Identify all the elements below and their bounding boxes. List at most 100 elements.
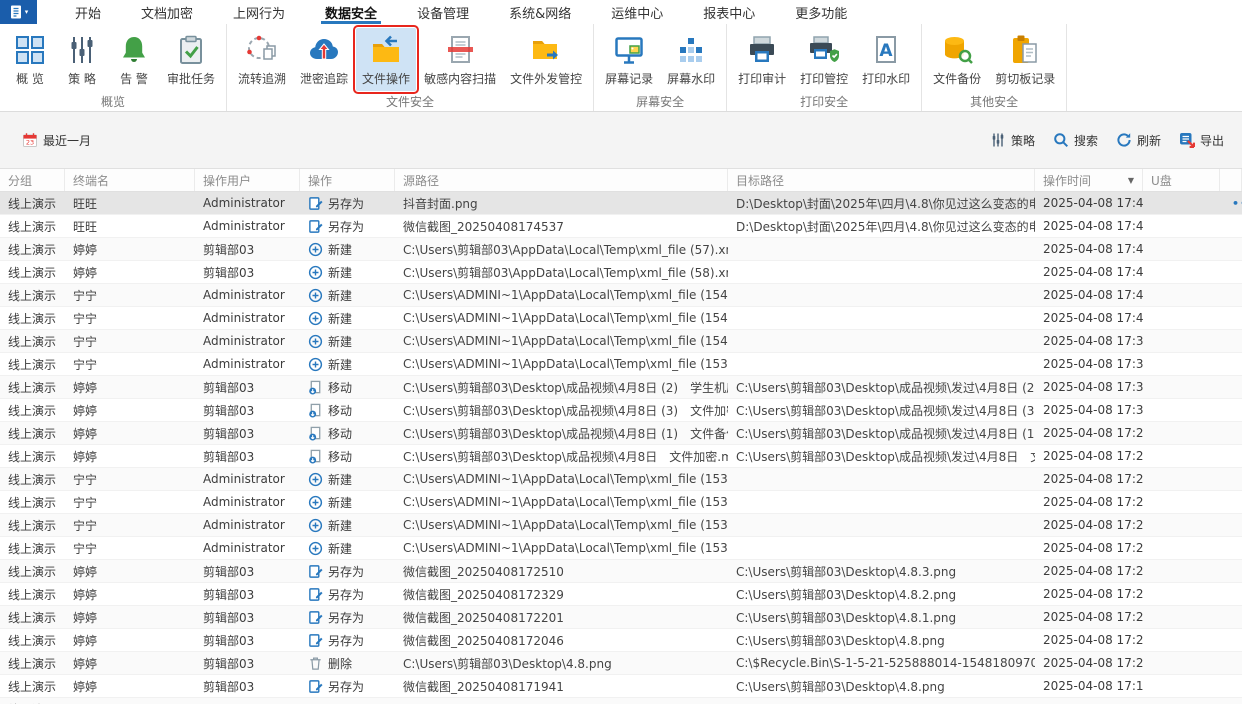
cell-user: 剪辑部03 bbox=[203, 633, 255, 648]
cell-user: 剪辑部03 bbox=[203, 380, 255, 395]
table-row[interactable]: 线上演示 婷婷 剪辑部03 移动 C:\Users\剪辑部03\Desktop\成品视频… bbox=[0, 445, 1242, 468]
table-row[interactable]: 线上演示 宁宁 Administrator 新建 C:\Users\ADMINI~1\A… bbox=[0, 330, 1242, 353]
tab-报表中心[interactable]: 报表中心 bbox=[683, 0, 775, 24]
ribbon-button-文件外发管控[interactable]: 文件外发管控 bbox=[504, 28, 588, 91]
cell-source-path: 微信截图_20250408172046 bbox=[403, 633, 564, 648]
date-range-filter[interactable]: 23 最近一月 bbox=[22, 132, 91, 149]
new-icon bbox=[308, 472, 323, 487]
table-row[interactable]: 线上演示 婷婷 剪辑部03 另存为 微信截图_20250408171941 C:\User… bbox=[0, 675, 1242, 698]
column-header-dst[interactable]: 目标路径 bbox=[728, 169, 1035, 191]
cell-group: 线上演示 bbox=[8, 311, 57, 326]
new-icon bbox=[308, 495, 323, 510]
ribbon-button-策略[interactable]: 策 略 bbox=[57, 28, 107, 91]
table-row[interactable]: 线上演示 婷婷 剪辑部03 新建 C:\Users\剪辑部03\AppData\Loca… bbox=[0, 238, 1242, 261]
table-row[interactable]: 线上演示 旺旺 Administrator 另存为 微信截图_2025040817453… bbox=[0, 215, 1242, 238]
table-row[interactable]: 线上演示 宁宁 Administrator 新建 C:\Users\ADMINI~1\A… bbox=[0, 514, 1242, 537]
column-header-op[interactable]: 操作 bbox=[300, 169, 395, 191]
ribbon-button-敏感内容扫描[interactable]: 敏感内容扫描 bbox=[418, 28, 502, 91]
search-button[interactable]: 搜索 bbox=[1053, 132, 1098, 149]
ribbon-button-剪切板记录[interactable]: 剪切板记录 bbox=[989, 28, 1061, 91]
table-row[interactable]: 线上演示 婷婷 剪辑部03 另存为 微信截图_20250408172046 C:\User… bbox=[0, 629, 1242, 652]
cell-target-path: C:\$Recycle.Bin\S-1-5-21-525888014-15481… bbox=[736, 656, 1035, 670]
app-menu-button[interactable]: ▾ bbox=[0, 0, 37, 24]
export-button[interactable]: 导出 bbox=[1179, 132, 1224, 149]
tab-数据安全[interactable]: 数据安全 bbox=[305, 0, 397, 24]
cell-operation: 另存为 bbox=[300, 678, 395, 695]
operation-label: 新建 bbox=[328, 288, 353, 303]
sort-filter-icon[interactable]: ▼ bbox=[1128, 176, 1134, 185]
ribbon-button-文件备份[interactable]: 文件备份 bbox=[927, 28, 987, 91]
cell-source-path: C:\Users\剪辑部03\AppData\Local\Temp\xml_fi… bbox=[403, 242, 728, 257]
table-row[interactable]: 线上演示 bbox=[0, 698, 1242, 704]
ribbon-button-泄密追踪[interactable]: 泄密追踪 bbox=[294, 28, 354, 91]
ribbon-group-label: 屏幕安全 bbox=[636, 95, 685, 109]
cell-group: 线上演示 bbox=[8, 679, 57, 694]
table-row[interactable]: 线上演示 宁宁 Administrator 新建 C:\Users\ADMINI~1\A… bbox=[0, 353, 1242, 376]
row-actions-menu[interactable]: ••• bbox=[1228, 197, 1242, 210]
table-row[interactable]: 线上演示 宁宁 Administrator 新建 C:\Users\ADMINI~1\A… bbox=[0, 537, 1242, 560]
cell-group: 线上演示 bbox=[8, 472, 57, 487]
ribbon-button-打印管控[interactable]: 打印管控 bbox=[794, 28, 854, 91]
column-header-src[interactable]: 源路径 bbox=[395, 169, 728, 191]
ribbon-button-告警[interactable]: 告 警 bbox=[109, 28, 159, 91]
table-row[interactable]: 线上演示 婷婷 剪辑部03 删除 C:\Users\剪辑部03\Desktop\4.8.… bbox=[0, 652, 1242, 675]
cell-user: Administrator bbox=[203, 196, 285, 210]
tab-运维中心[interactable]: 运维中心 bbox=[591, 0, 683, 24]
column-header-user[interactable]: 操作用户 bbox=[195, 169, 300, 191]
ribbon-button-审批任务[interactable]: 审批任务 bbox=[161, 28, 221, 91]
column-header-usb[interactable]: U盘 bbox=[1143, 169, 1220, 191]
table-row[interactable]: 线上演示 宁宁 Administrator 新建 C:\Users\ADMINI~1\A… bbox=[0, 468, 1242, 491]
cell-operation: 新建 bbox=[300, 241, 395, 258]
leak-cloud-icon bbox=[307, 33, 341, 67]
overview-grid-icon bbox=[13, 33, 47, 67]
table-row[interactable]: 线上演示 婷婷 剪辑部03 另存为 微信截图_20250408172510 C:\User… bbox=[0, 560, 1242, 583]
cell-target-path: C:\Users\剪辑部03\Desktop\成品视频\发过\4月8日 (3) … bbox=[736, 403, 1035, 418]
cell-terminal: 婷婷 bbox=[73, 265, 98, 280]
refresh-button[interactable]: 刷新 bbox=[1116, 132, 1161, 149]
table-row[interactable]: 线上演示 宁宁 Administrator 新建 C:\Users\ADMINI~1\A… bbox=[0, 491, 1242, 514]
tab-上网行为[interactable]: 上网行为 bbox=[213, 0, 305, 24]
new-icon bbox=[308, 357, 323, 372]
table-row[interactable]: 线上演示 婷婷 剪辑部03 另存为 微信截图_20250408172201 C:\User… bbox=[0, 606, 1242, 629]
ribbon-button-打印审计[interactable]: 打印审计 bbox=[732, 28, 792, 91]
cell-time: 2025-04-08 17:28:00 bbox=[1043, 518, 1143, 532]
cell-target-path: D:\Desktop\封面\2025年\四月\4.8\你见过这么变态的电脑监..… bbox=[736, 219, 1035, 234]
ribbon-button-打印水印[interactable]: A 打印水印 bbox=[856, 28, 916, 91]
column-header-time[interactable]: 操作时间 ▼ bbox=[1035, 169, 1143, 191]
operation-label: 另存为 bbox=[328, 633, 365, 648]
ribbon-button-屏幕记录[interactable]: 屏幕记录 bbox=[599, 28, 659, 91]
operation-label: 新建 bbox=[328, 472, 353, 487]
screen-record-icon bbox=[612, 33, 646, 67]
column-header-terminal[interactable]: 终端名 bbox=[65, 169, 195, 191]
table-row[interactable]: 线上演示 旺旺 Administrator 另存为 抖音封面.png D:\Desktop… bbox=[0, 192, 1242, 215]
tab-系统&网络[interactable]: 系统&网络 bbox=[489, 0, 591, 24]
cell-group: 线上演示 bbox=[8, 495, 57, 510]
cell-user: 剪辑部03 bbox=[203, 242, 255, 257]
table-row[interactable]: 线上演示 婷婷 剪辑部03 移动 C:\Users\剪辑部03\Desktop\成品视频… bbox=[0, 376, 1242, 399]
table-row[interactable]: 线上演示 宁宁 Administrator 新建 C:\Users\ADMINI~1\A… bbox=[0, 284, 1242, 307]
cell-terminal: 宁宁 bbox=[73, 357, 98, 372]
tab-更多功能[interactable]: 更多功能 bbox=[775, 0, 867, 24]
cell-group: 线上演示 bbox=[8, 564, 57, 579]
new-icon bbox=[308, 265, 323, 280]
ribbon-button-文件操作[interactable]: 文件操作 bbox=[353, 25, 420, 94]
table-row[interactable]: 线上演示 婷婷 剪辑部03 另存为 微信截图_20250408172329 C:\User… bbox=[0, 583, 1242, 606]
ribbon-group: 屏幕记录 屏幕水印屏幕安全 bbox=[594, 24, 728, 111]
ribbon-button-概览[interactable]: 概 览 bbox=[5, 28, 55, 91]
cell-operation: 新建 bbox=[300, 287, 395, 304]
cell-user: 剪辑部03 bbox=[203, 449, 255, 464]
ribbon-button-屏幕水印[interactable]: 屏幕水印 bbox=[661, 28, 721, 91]
table-row[interactable]: 线上演示 婷婷 剪辑部03 移动 C:\Users\剪辑部03\Desktop\成品视频… bbox=[0, 422, 1242, 445]
ribbon-group: 流转追溯 泄密追踪 文件操作 敏感内容扫描 文件外发管控 文件安全 bbox=[227, 24, 595, 111]
cell-time: 2025-04-08 17:27:59 bbox=[1043, 541, 1143, 555]
tab-设备管理[interactable]: 设备管理 bbox=[397, 0, 489, 24]
ribbon-button-label: 屏幕记录 bbox=[605, 72, 654, 86]
tab-文档加密[interactable]: 文档加密 bbox=[121, 0, 213, 24]
column-header-group[interactable]: 分组 bbox=[0, 169, 65, 191]
table-row[interactable]: 线上演示 婷婷 剪辑部03 移动 C:\Users\剪辑部03\Desktop\成品视频… bbox=[0, 399, 1242, 422]
table-row[interactable]: 线上演示 宁宁 Administrator 新建 C:\Users\ADMINI~1\A… bbox=[0, 307, 1242, 330]
policy-button[interactable]: 策略 bbox=[990, 132, 1035, 149]
ribbon-button-流转追溯[interactable]: 流转追溯 bbox=[232, 28, 292, 91]
table-row[interactable]: 线上演示 婷婷 剪辑部03 新建 C:\Users\剪辑部03\AppData\Loca… bbox=[0, 261, 1242, 284]
tab-开始[interactable]: 开始 bbox=[55, 0, 121, 24]
